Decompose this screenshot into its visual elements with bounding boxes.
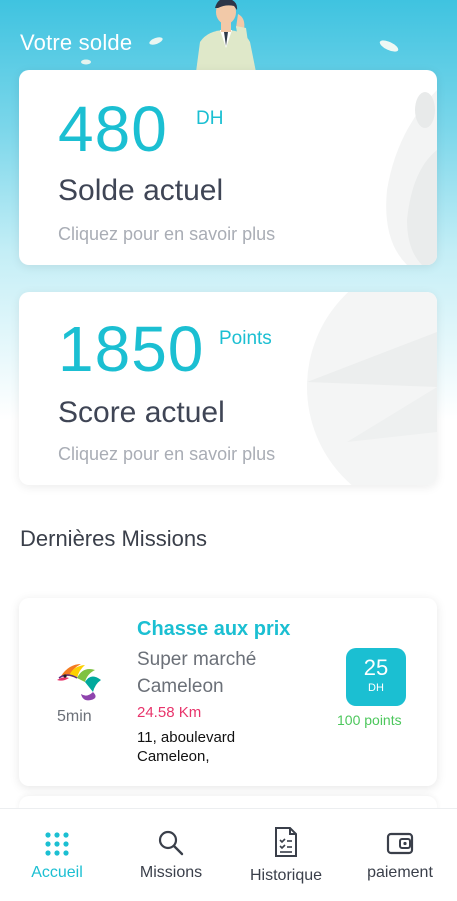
- search-icon: [158, 830, 184, 856]
- balance-amount: 480: [58, 93, 168, 165]
- reward-points: 100 points: [337, 712, 402, 728]
- nav-item-paiement[interactable]: paiement: [352, 809, 448, 901]
- score-label: Score actuel: [58, 396, 225, 429]
- page-title: Votre solde: [20, 30, 133, 55]
- reward-badge: 25 DH: [346, 648, 406, 706]
- leaf-decoration-icon: [379, 40, 399, 52]
- chameleon-logo-icon: [57, 664, 101, 701]
- balance-label: Solde actuel: [58, 174, 224, 207]
- mission-store: Super marché Cameleon: [137, 649, 257, 697]
- card-decoration-illustration: [307, 292, 437, 485]
- person-illustration: [196, 0, 256, 72]
- card-decoration-illustration: [386, 90, 437, 265]
- nav-item-historique[interactable]: Historique: [238, 809, 334, 901]
- nav-label-accueil: Accueil: [31, 864, 83, 881]
- nav-item-accueil[interactable]: Accueil: [10, 809, 104, 901]
- nav-label-historique: Historique: [249, 867, 323, 884]
- mission-distance: 24.58 Km: [137, 704, 202, 721]
- leaf-decoration-icon: [81, 59, 91, 65]
- grid-icon: [45, 832, 69, 856]
- bottom-navigation: Accueil Missions Historique paiement: [0, 808, 457, 901]
- mission-card[interactable]: 5min Chasse aux prix Super marché Camele…: [19, 598, 437, 786]
- leaf-decoration-icon: [149, 37, 163, 45]
- reward-currency: DH: [368, 682, 384, 694]
- score-unit: Points: [219, 328, 272, 349]
- nav-item-missions[interactable]: Missions: [124, 809, 218, 901]
- score-card[interactable]: 1850 Points Score actuel Cliquez pour en…: [19, 292, 437, 485]
- score-more-link[interactable]: Cliquez pour en savoir plus: [58, 444, 275, 465]
- document-list-icon: [275, 827, 297, 857]
- reward-amount: 25: [363, 655, 389, 680]
- score-amount: 1850: [58, 313, 205, 385]
- balance-card[interactable]: 480 DH Solde actuel Cliquez pour en savo…: [19, 70, 437, 265]
- mission-address: 11, aboulevard Cameleon,: [137, 729, 236, 765]
- balance-more-link[interactable]: Cliquez pour en savoir plus: [58, 224, 275, 245]
- wallet-icon: [386, 832, 414, 855]
- balance-unit: DH: [196, 108, 224, 129]
- missions-section-title: Dernières Missions: [20, 526, 208, 551]
- nav-label-missions: Missions: [139, 864, 203, 881]
- mission-duration: 5min: [57, 708, 92, 725]
- nav-label-paiement: paiement: [367, 864, 433, 881]
- mission-title: Chasse aux prix: [137, 618, 291, 640]
